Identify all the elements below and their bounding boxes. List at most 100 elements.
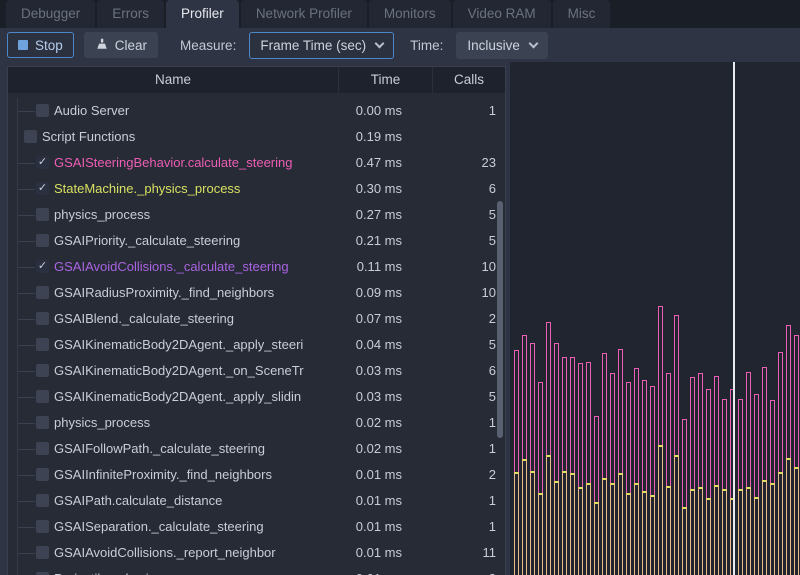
stop-button[interactable]: Stop — [7, 32, 74, 58]
frame-bar-pink-segment — [698, 373, 703, 487]
table-row[interactable]: GSAIInfiniteProximity._find_neighbors0.0… — [8, 462, 505, 488]
row-checkbox[interactable] — [36, 234, 49, 247]
frame-bar — [642, 380, 647, 575]
frame-bar-overlap-segment — [642, 491, 647, 575]
row-checkbox[interactable] — [36, 546, 49, 559]
tab-network-profiler[interactable]: Network Profiler — [241, 0, 367, 28]
table-row[interactable]: GSAISeparation._calculate_steering0.01 m… — [8, 514, 505, 540]
row-time: 0.19 ms — [338, 124, 402, 150]
frame-bar-overlap-segment — [530, 471, 535, 575]
row-checkbox[interactable] — [36, 416, 49, 429]
column-header-time[interactable]: Time — [338, 67, 432, 93]
frame-bar-pink-segment — [610, 373, 615, 483]
table-row[interactable]: GSAIPriority._calculate_steering0.21 ms5 — [8, 228, 505, 254]
row-checkbox[interactable] — [36, 364, 49, 377]
frame-bar — [538, 382, 543, 575]
row-checkbox[interactable] — [36, 104, 49, 117]
row-time: 0.47 ms — [338, 150, 402, 176]
row-checkbox[interactable] — [36, 442, 49, 455]
row-time: 0.01 ms — [338, 566, 402, 575]
clear-brush-icon — [95, 38, 109, 52]
table-row[interactable]: Projectile._physics_process0.01 ms2 — [8, 566, 505, 575]
row-checkbox[interactable] — [36, 312, 49, 325]
frame-bar-overlap-segment — [770, 483, 775, 575]
tree-branch-line — [18, 163, 35, 164]
row-checkbox[interactable] — [36, 286, 49, 299]
row-checkbox-checked[interactable]: ✓ — [36, 156, 49, 169]
profiler-panel: DebuggerErrorsProfilerNetwork ProfilerMo… — [0, 0, 800, 575]
table-row[interactable]: ✓StateMachine._physics_process0.30 ms6 — [8, 176, 505, 202]
frame-bar-pink-segment — [770, 400, 775, 483]
table-row[interactable]: GSAIPath.calculate_distance0.01 ms1 — [8, 488, 505, 514]
frame-bar-overlap-segment — [650, 495, 655, 575]
frame-bar-overlap-segment — [634, 483, 639, 575]
row-checkbox[interactable] — [36, 468, 49, 481]
row-checkbox[interactable] — [36, 494, 49, 507]
table-row[interactable]: GSAIKinematicBody2DAgent._on_SceneTr0.03… — [8, 358, 505, 384]
row-name: GSAISeparation._calculate_steering — [54, 514, 335, 540]
table-row[interactable]: ✓GSAISteeringBehavior.calculate_steering… — [8, 150, 505, 176]
measure-dropdown[interactable]: Frame Time (sec) — [249, 32, 394, 59]
frame-bar — [578, 363, 583, 575]
row-calls: 5 — [408, 332, 496, 358]
table-row[interactable]: ✓GSAIAvoidCollisions._calculate_steering… — [8, 254, 505, 280]
frame-bar-pink-segment — [786, 325, 791, 458]
frame-bar-pink-segment — [578, 363, 583, 487]
table-header: Name Time Calls — [8, 67, 505, 93]
time-label: Time: — [410, 38, 443, 53]
time-dropdown[interactable]: Inclusive — [456, 32, 548, 59]
row-time: 0.01 ms — [338, 514, 402, 540]
frame-bar-overlap-segment — [594, 502, 599, 575]
row-calls: 5 — [408, 384, 496, 410]
table-row[interactable]: GSAIKinematicBody2DAgent._apply_steeri0.… — [8, 332, 505, 358]
frame-time-graph[interactable] — [510, 62, 800, 575]
table-row[interactable]: GSAIBlend._calculate_steering0.07 ms2 — [8, 306, 505, 332]
row-checkbox[interactable] — [36, 520, 49, 533]
tab-misc[interactable]: Misc — [553, 0, 611, 28]
tab-errors[interactable]: Errors — [97, 0, 164, 28]
table-scrollbar[interactable] — [497, 201, 503, 438]
row-name: Projectile._physics_process — [54, 566, 335, 575]
row-checkbox-checked[interactable]: ✓ — [36, 182, 49, 195]
frame-bar — [714, 376, 719, 575]
table-row[interactable]: GSAIRadiusProximity._find_neighbors0.09 … — [8, 280, 505, 306]
frame-bar — [650, 386, 655, 575]
table-row[interactable]: GSAIFollowPath._calculate_steering0.02 m… — [8, 436, 505, 462]
table-row[interactable]: Audio Server0.00 ms1 — [8, 98, 505, 124]
row-checkbox[interactable] — [36, 338, 49, 351]
frame-indicator-line — [733, 62, 735, 575]
row-checkbox[interactable] — [36, 208, 49, 221]
row-time: 0.02 ms — [338, 410, 402, 436]
table-row[interactable]: physics_process0.02 ms1 — [8, 410, 505, 436]
frame-bar — [554, 343, 559, 575]
clear-button[interactable]: Clear — [84, 32, 158, 58]
frame-bar-pink-segment — [586, 362, 591, 483]
column-header-calls[interactable]: Calls — [432, 67, 505, 93]
row-checkbox-checked[interactable]: ✓ — [36, 260, 49, 273]
frame-bar — [682, 419, 687, 575]
tab-monitors[interactable]: Monitors — [369, 0, 451, 28]
row-checkbox[interactable] — [36, 390, 49, 403]
frame-bar-overlap-segment — [538, 493, 543, 575]
table-row[interactable]: GSAIAvoidCollisions._report_neighbor0.01… — [8, 540, 505, 566]
tree-branch-line — [18, 267, 35, 268]
row-time: 0.11 ms — [338, 254, 402, 280]
frame-bar — [778, 352, 783, 575]
table-row[interactable]: Script Functions0.19 ms — [8, 124, 505, 150]
row-name: GSAIKinematicBody2DAgent._apply_steeri — [54, 332, 335, 358]
frame-bar-pink-segment — [618, 349, 623, 473]
tab-profiler[interactable]: Profiler — [166, 0, 239, 28]
table-row[interactable]: physics_process0.27 ms5 — [8, 202, 505, 228]
tab-debugger[interactable]: Debugger — [6, 0, 95, 28]
row-checkbox[interactable] — [24, 130, 37, 143]
row-calls: 10 — [408, 280, 496, 306]
tab-video-ram[interactable]: Video RAM — [453, 0, 551, 28]
frame-bar-pink-segment — [706, 389, 711, 498]
column-header-name[interactable]: Name — [8, 67, 338, 93]
frame-bar — [562, 357, 567, 575]
frame-bar-overlap-segment — [754, 497, 759, 575]
row-time: 0.03 ms — [338, 358, 402, 384]
frame-bar-pink-segment — [762, 367, 767, 480]
table-row[interactable]: GSAIKinematicBody2DAgent._apply_slidin0.… — [8, 384, 505, 410]
row-time: 0.01 ms — [338, 540, 402, 566]
